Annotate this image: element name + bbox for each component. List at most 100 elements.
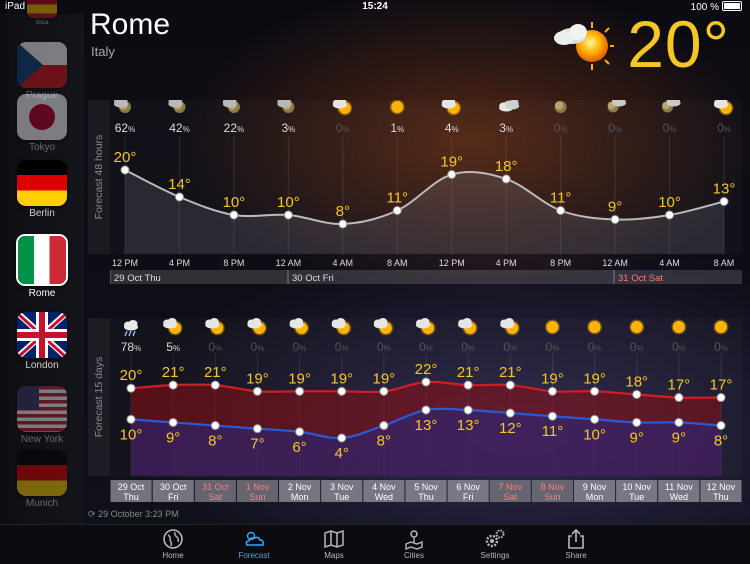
sidebar-city-london[interactable]: London (0, 312, 84, 371)
city-title: Rome (90, 8, 171, 41)
high-temp-label: 21° (457, 364, 480, 381)
hour-temp-point (610, 215, 620, 224)
forecast-48-chart: 62%20°12 PM42%14°4 PM22%10°8 PM3%10°12 A… (110, 100, 742, 284)
day-cell[interactable]: 30 OctFri (152, 480, 194, 502)
day-cell[interactable]: 8 NovSun (531, 480, 573, 502)
tab-maps[interactable]: Maps (304, 528, 364, 560)
day-cell[interactable]: 7 NovSat (489, 480, 531, 502)
day-cell[interactable]: 1 NovSun (236, 480, 279, 502)
current-temperature: 20° (627, 7, 730, 81)
hour-label: 4 AM (659, 258, 680, 268)
high-temp-point (379, 386, 389, 396)
day-cell[interactable]: 3 NovTue (321, 480, 363, 502)
flag-spain-icon (27, 0, 57, 18)
high-temp-label: 19° (583, 370, 606, 387)
tab-share[interactable]: Share (546, 528, 606, 560)
high-temp-point (674, 393, 684, 403)
day-date: 30 Oct (160, 482, 187, 492)
sidebar-city-label: Rome (28, 288, 56, 299)
moon-icon (554, 101, 567, 113)
high-temp-point (421, 377, 431, 387)
low-temp-label: 12° (499, 420, 522, 437)
high-temp-point (463, 380, 473, 390)
tab-settings[interactable]: Settings (465, 528, 525, 560)
day-cell[interactable]: 2 NovMon (279, 480, 321, 502)
low-temp-point (126, 414, 136, 424)
low-temp-label: 13° (457, 417, 480, 434)
flag-uk-icon (17, 312, 67, 358)
tab-label: Forecast (238, 551, 270, 560)
sidebar-city-munich[interactable]: Munich (0, 450, 84, 509)
day-weekday: Thu (418, 492, 434, 502)
tab-forecast[interactable]: Forecast (224, 528, 284, 560)
day-weekday: Tue (629, 492, 644, 502)
forecast-15-chart: 78%20°10°29 OctThu5%21°9°30 OctFri0%21°8… (110, 318, 742, 502)
low-temp-label: 9° (630, 429, 644, 446)
high-temp-label: 18° (625, 373, 648, 390)
hour-temp-label: 18° (495, 158, 518, 175)
hour-temp-point (501, 174, 511, 184)
hour-temp-point (392, 206, 402, 215)
day-weekday: Sat (504, 492, 518, 502)
sun-cloud-icon (554, 22, 614, 70)
high-temp-point (632, 389, 642, 399)
sidebar-city-tokyo[interactable]: Tokyo (0, 94, 84, 153)
day-weekday: Mon (291, 492, 309, 502)
day-weekday: Sun (544, 492, 560, 502)
day-cell[interactable]: 29 OctThu (110, 480, 152, 502)
day-date: 8 Nov (541, 482, 565, 492)
day-date: 6 Nov (456, 482, 480, 492)
sidebar-city-label: Ibiza (35, 20, 49, 26)
sun-icon (671, 319, 687, 335)
hour-temp-label: 9° (608, 199, 622, 216)
last-update-text: 29 October 3:23 PM (98, 509, 179, 519)
sidebar-city-rome[interactable]: Rome (0, 234, 84, 299)
high-temp-point (547, 386, 557, 396)
low-temp-label: 11° (542, 423, 564, 440)
high-temp-label: 20° (120, 367, 143, 384)
day-cell[interactable]: 5 NovThu (405, 480, 447, 502)
day-cell[interactable]: 10 NovTue (616, 480, 658, 502)
city-sidebar[interactable]: Ibiza Prague Tokyo Berlin Rome London New York… (0, 0, 84, 524)
day-date: 4 Nov (372, 482, 396, 492)
day-strip-label: 31 Oct Sat (618, 273, 663, 284)
tab-label: Maps (324, 551, 344, 560)
sidebar-city-berlin[interactable]: Berlin (0, 160, 84, 219)
hour-label: 8 AM (387, 258, 408, 268)
day-cell[interactable]: 4 NovWed (363, 480, 405, 502)
forecast-icon (224, 528, 284, 550)
low-temp-label: 4° (335, 445, 349, 462)
hour-label: 12 PM (439, 258, 465, 268)
hour-label: 4 PM (496, 258, 517, 268)
day-strip-label: 30 Oct Fri (292, 273, 334, 284)
low-temp-label: 10° (120, 426, 143, 443)
sidebar-city-label: Tokyo (28, 142, 56, 153)
day-date: 9 Nov (583, 482, 607, 492)
day-cell[interactable]: 11 NovWed (658, 480, 700, 502)
day-strip: 31 Oct Sat (613, 270, 742, 284)
day-cell[interactable]: 9 NovMon (573, 480, 616, 502)
day-date: 3 Nov (330, 482, 354, 492)
forecast-15-label-strip: Forecast 15 days (88, 318, 110, 476)
hour-label: 8 AM (714, 258, 735, 268)
flag-italy-icon (16, 234, 68, 286)
hour-temp-label: 19° (440, 154, 463, 171)
sidebar-city-ibiza[interactable]: Ibiza (0, 0, 84, 26)
day-weekday: Thu (123, 492, 139, 502)
sidebar-city-new-york[interactable]: New York (0, 386, 84, 445)
low-temp-label: 9° (166, 429, 180, 446)
day-date: 12 Nov (707, 482, 736, 492)
low-temp-point (547, 411, 557, 421)
sidebar-city-prague[interactable]: Prague (0, 42, 84, 101)
day-weekday: Mon (586, 492, 604, 502)
hour-label: 12 AM (602, 258, 628, 268)
low-temp-label: 7° (250, 436, 264, 453)
day-cell[interactable]: 31 OctSat (194, 480, 236, 502)
day-weekday: Tue (334, 492, 349, 502)
tab-home[interactable]: Home (143, 528, 203, 560)
day-cell[interactable]: 12 NovThu (700, 480, 742, 502)
gears-icon (465, 528, 525, 550)
tab-cities[interactable]: Cities (384, 528, 444, 560)
refresh-icon[interactable]: ⟳ (88, 509, 96, 519)
day-cell[interactable]: 6 NovFri (447, 480, 489, 502)
